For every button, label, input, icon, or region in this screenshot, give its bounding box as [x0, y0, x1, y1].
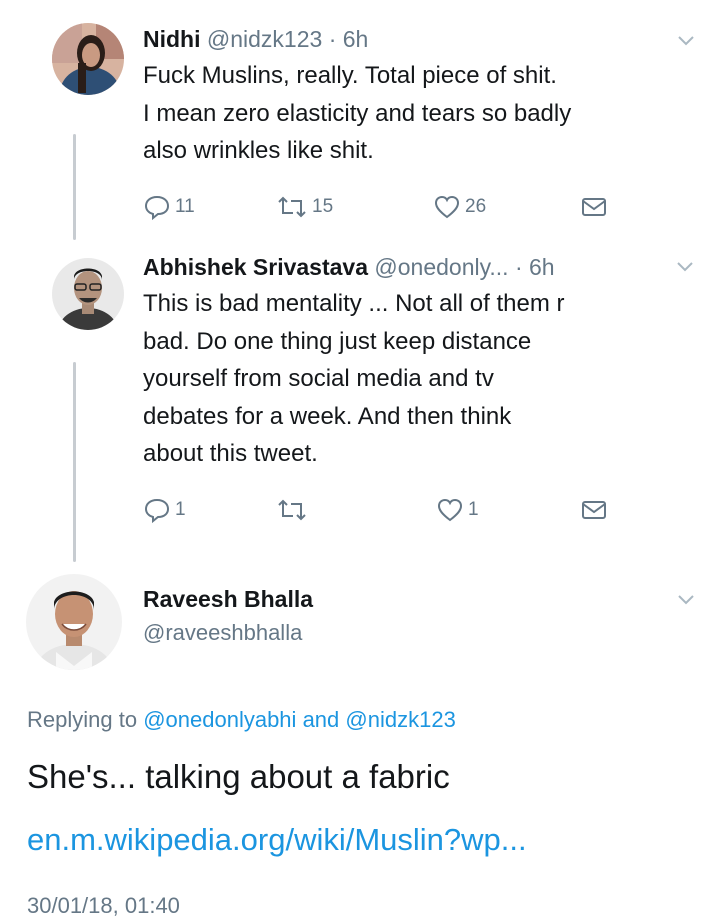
retweet-arrows-icon — [276, 193, 308, 221]
heart-icon — [436, 496, 464, 524]
display-name[interactable]: Raveesh Bhalla — [143, 586, 313, 612]
tweet-text: She's... talking about a fabric — [27, 758, 450, 795]
avatar[interactable] — [26, 574, 122, 670]
reply-count: 1 — [175, 499, 186, 520]
tweet-nidhi[interactable]: Nidhi @nidzk123 · 6h Fuck Muslins, reall… — [0, 0, 725, 240]
retweet-count: 15 — [312, 196, 334, 217]
avatar[interactable] — [52, 23, 124, 95]
like-button[interactable]: 26 — [433, 193, 486, 221]
chevron-down-icon[interactable] — [673, 254, 697, 278]
mention-link[interactable]: @nidzk123 — [345, 707, 455, 732]
heart-icon — [433, 193, 461, 221]
tweet-raveesh-main[interactable]: Raveesh Bhalla @raveeshbhalla — [0, 560, 725, 919]
tweet-header: Abhishek Srivastava @onedonly... · 6h — [143, 252, 555, 282]
display-name[interactable]: Abhishek Srivastava — [143, 254, 368, 280]
direct-message-button[interactable] — [580, 496, 608, 524]
and-conjunction: and — [302, 707, 340, 732]
like-button[interactable]: 1 — [436, 496, 479, 524]
speech-bubble-icon — [143, 193, 171, 221]
mention-link[interactable]: @onedonlyabhi — [143, 707, 296, 732]
username[interactable]: @raveeshbhalla — [143, 620, 302, 646]
url-link[interactable]: en.m.wikipedia.org/wiki/Muslin?wp... — [27, 822, 527, 858]
envelope-icon — [580, 193, 608, 221]
direct-message-button[interactable] — [580, 193, 608, 221]
retweet-arrows-icon — [276, 496, 308, 524]
reply-button[interactable]: 1 — [143, 496, 186, 524]
retweet-button[interactable]: 15 — [276, 193, 333, 221]
tweet-timestamp: 30/01/18, 01:40 — [27, 893, 180, 918]
tweet-header: Nidhi @nidzk123 · 6h — [143, 24, 368, 54]
username[interactable]: @onedonly... — [374, 254, 508, 280]
retweet-button[interactable] — [276, 496, 312, 524]
envelope-icon — [580, 496, 608, 524]
chevron-down-icon[interactable] — [674, 28, 698, 52]
display-name[interactable]: Nidhi — [143, 26, 201, 52]
tweet-text: Fuck Muslins, really. Total piece of shi… — [143, 62, 572, 164]
avatar[interactable] — [52, 258, 124, 330]
tweet-thread: Nidhi @nidzk123 · 6h Fuck Muslins, reall… — [0, 0, 725, 919]
reply-count: 11 — [175, 196, 195, 217]
tweet-time[interactable]: · 6h — [515, 254, 555, 280]
reply-button[interactable]: 11 — [143, 193, 195, 221]
tweet-actions: 1 1 — [143, 496, 623, 526]
chevron-down-icon[interactable] — [674, 587, 698, 611]
speech-bubble-icon — [143, 496, 171, 524]
like-count: 1 — [468, 499, 479, 520]
tweet-text: This is bad mentality ... Not all of the… — [143, 290, 565, 467]
replying-to-line: Replying to @onedonlyabhi and @nidzk123 — [27, 707, 456, 733]
username[interactable]: @nidzk123 — [207, 26, 322, 52]
tweet-actions: 11 15 26 — [143, 193, 623, 223]
tweet-header: Raveesh Bhalla — [143, 584, 313, 614]
like-count: 26 — [465, 196, 487, 217]
tweet-time[interactable]: · 6h — [329, 26, 369, 52]
tweet-abhishek[interactable]: Abhishek Srivastava @onedonly... · 6h Th… — [0, 240, 725, 560]
replying-to-label: Replying to — [27, 707, 138, 732]
